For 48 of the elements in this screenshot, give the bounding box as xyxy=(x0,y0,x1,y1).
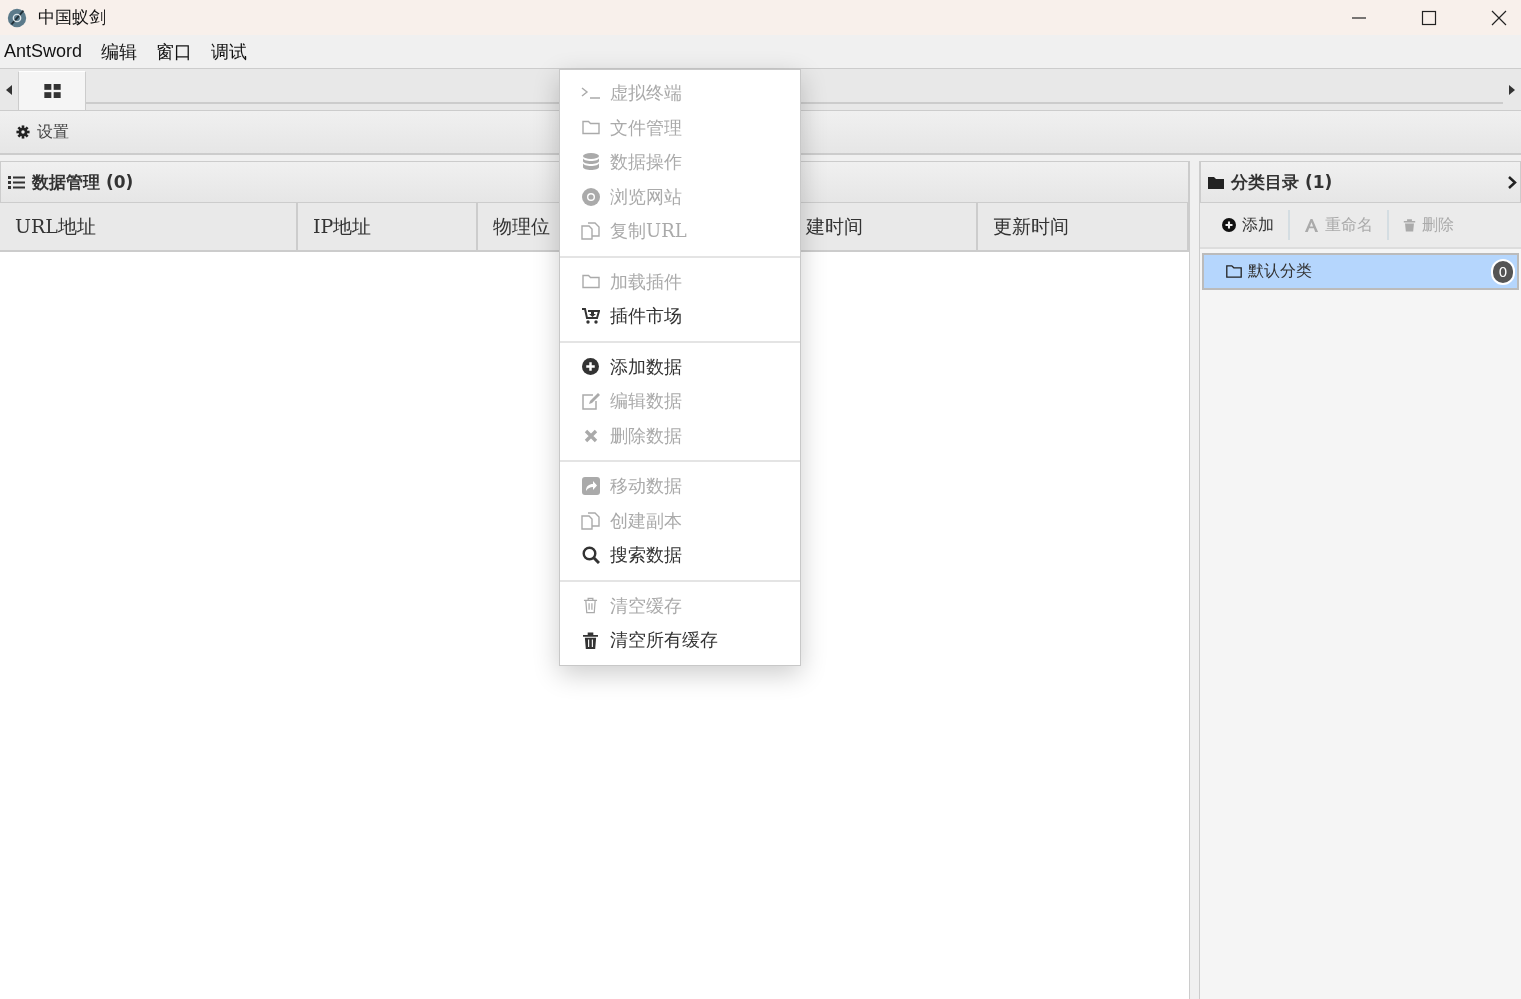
category-label: 默认分类 xyxy=(1248,261,1312,282)
add-icon xyxy=(1222,218,1236,232)
add-button[interactable]: 添加 xyxy=(1212,214,1284,236)
context-menu-item[interactable]: 添加数据 xyxy=(560,349,800,384)
copy-icon xyxy=(580,222,601,241)
settings-button[interactable]: 设置 xyxy=(16,121,69,143)
terminal-icon xyxy=(580,86,601,101)
share-icon xyxy=(581,477,600,496)
menu-item[interactable]: AntSword xyxy=(4,41,83,62)
context-menu-item[interactable]: 插件市场 xyxy=(560,299,800,334)
context-menu-item[interactable]: 搜索数据 xyxy=(560,538,800,573)
menu-item[interactable]: 调试 xyxy=(211,39,248,64)
column-header[interactable]: IP地址 xyxy=(298,203,478,250)
count-badge: 0 xyxy=(1491,258,1515,285)
trash-icon xyxy=(583,631,598,649)
database-icon xyxy=(582,153,599,172)
folder-icon xyxy=(1226,265,1242,278)
panel-title: 分类目录 (1) xyxy=(1231,170,1333,194)
panel-title: 数据管理 (0) xyxy=(32,170,134,194)
cross-icon xyxy=(583,428,598,443)
scroll-left-icon[interactable] xyxy=(6,84,12,95)
letter-icon xyxy=(1304,217,1319,233)
chevron-right-icon[interactable] xyxy=(1508,175,1517,189)
folder-icon xyxy=(581,274,600,290)
cart-icon xyxy=(581,308,600,325)
settings-icon xyxy=(16,125,30,139)
window-title: 中国蚁剑 xyxy=(38,6,106,29)
folder-icon xyxy=(581,120,600,136)
search-icon xyxy=(581,546,600,565)
copy-icon xyxy=(580,511,601,530)
add-icon xyxy=(582,358,599,376)
tab[interactable] xyxy=(18,71,86,110)
scroll-right-icon[interactable] xyxy=(1509,84,1515,95)
context-menu-item[interactable]: 清空所有缓存 xyxy=(560,623,800,658)
list-icon xyxy=(8,175,25,189)
grid-icon xyxy=(43,84,61,98)
trash-icon xyxy=(1403,218,1416,232)
category-item[interactable]: 默认分类 0 xyxy=(1202,253,1519,290)
edit-icon xyxy=(580,392,601,411)
menu-item[interactable]: 编辑 xyxy=(101,39,138,64)
browser-icon xyxy=(581,187,600,206)
close-icon[interactable] xyxy=(1491,9,1507,26)
app-logo-icon xyxy=(6,6,28,29)
column-header[interactable]: URL地址 xyxy=(0,203,298,250)
trash-icon xyxy=(583,597,598,615)
folder-icon xyxy=(1208,175,1224,189)
maximize-icon[interactable] xyxy=(1421,9,1437,26)
menu-item[interactable]: 窗口 xyxy=(156,39,193,64)
